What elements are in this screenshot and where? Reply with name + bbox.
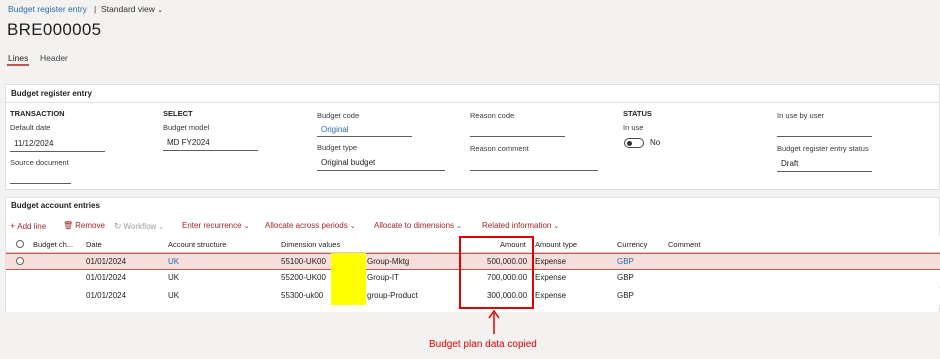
chevron-down-icon: ⌄ [157,7,164,14]
redaction-mask [331,253,366,305]
row-dimension-prefix: 55300-uk00 [281,291,324,300]
add-line-button[interactable]: + Add line [10,221,46,231]
budget-model-field[interactable]: MD FY2024 [167,138,210,147]
reason-code-underline [470,136,565,137]
row-date: 01/01/2024 [86,257,127,266]
row-date: 01/01/2024 [86,273,127,282]
annotation-caption: Budget plan data copied [429,339,537,350]
col-dimension-values[interactable]: Dimension values [281,240,340,249]
default-date-field[interactable]: 11/12/2024 [14,139,53,148]
row-amount-type: Expense [535,273,567,282]
col-date[interactable]: Date [86,240,102,249]
chevron-down-icon: ⌄ [243,222,250,230]
entry-status-underline [777,171,872,172]
transaction-heading: TRANSACTION [10,109,65,118]
toggle-knob [627,141,632,146]
refresh-icon: ↻ [114,221,122,231]
breadcrumb-link[interactable]: Budget register entry [8,4,87,14]
row-dimension-suffix: Group-IT [367,273,400,282]
remove-button[interactable]: 🗑 Remove [63,221,105,230]
budget-type-underline [317,170,445,171]
budget-type-field[interactable]: Original budget [321,158,375,167]
default-date-underline [10,151,105,152]
in-use-toggle[interactable] [624,138,644,148]
row-dimension-prefix: 55200-UK00 [281,273,326,282]
col-budget-ch[interactable]: Budget ch... [33,240,73,249]
reason-comment-label: Reason comment [470,144,529,153]
row-amount-type: Expense [535,257,567,266]
trash-icon: 🗑 [63,221,74,230]
row-dimension-prefix: 55100-UK00 [281,257,326,266]
select-heading: SELECT [163,109,193,118]
tab-header[interactable]: Header [40,53,68,63]
default-date-label: Default date [10,123,51,132]
in-use-value: No [650,138,661,147]
entry-status-label: Budget register entry status [777,144,869,153]
budget-code-label: Budget code [317,111,360,120]
page-title: BRE000005 [7,20,102,39]
row-amount-type: Expense [535,291,567,300]
allocate-periods-button[interactable]: Allocate across periods ⌄ [265,221,356,230]
chevron-down-icon: ⌄ [553,222,560,230]
col-amount-type[interactable]: Amount type [535,240,577,249]
row-account-structure[interactable]: UK [168,257,179,266]
col-currency[interactable]: Currency [617,240,647,249]
in-use-label: In use [623,123,644,132]
chevron-down-icon: ⌄ [158,223,165,231]
related-information-label: Related information [482,221,552,230]
row-account-structure[interactable]: UK [168,273,179,282]
row-date: 01/01/2024 [86,291,127,300]
card-divider [5,102,940,103]
enter-recurrence-label: Enter recurrence [182,221,242,230]
allocate-dimensions-button[interactable]: Allocate to dimensions ⌄ [374,221,462,230]
tab-lines[interactable]: Lines [8,53,28,63]
view-selector[interactable]: Standard view ⌄ [101,4,163,14]
source-document-underline [10,183,71,184]
source-document-label: Source document [10,158,69,167]
budget-model-underline [163,150,258,151]
budget-register-card [5,84,940,190]
reason-code-label: Reason code [470,111,515,120]
plus-icon: + [10,221,16,231]
reason-comment-underline [470,170,598,171]
budget-model-label: Budget model [163,123,210,132]
entry-status-field[interactable]: Draft [781,159,798,168]
chevron-down-icon: ⌄ [349,222,356,230]
workflow-button[interactable]: ↻ Workflow ⌄ [114,221,164,232]
budget-code-field[interactable]: Original [321,125,349,134]
status-heading: STATUS [623,109,652,118]
budget-type-label: Budget type [317,143,358,152]
remove-label: Remove [75,221,105,230]
breadcrumb-separator: | [94,4,97,14]
in-use-by-label: In use by user [777,111,825,120]
related-information-button[interactable]: Related information ⌄ [482,221,559,230]
annotation-arrow-icon [488,309,500,334]
row-currency: GBP [617,273,634,282]
add-line-label: Add line [17,221,47,231]
col-account-structure[interactable]: Account structure [168,240,226,249]
allocate-dimensions-label: Allocate to dimensions [374,221,455,230]
row-currency: GBP [617,291,634,300]
amount-highlight-box [459,236,534,309]
row-dimension-suffix: Group-Mktg [367,257,410,266]
allocate-periods-label: Allocate across periods [265,221,348,230]
budget-entries-title: Budget account entries [11,201,100,210]
select-all-radio[interactable] [16,240,24,248]
col-comment[interactable]: Comment [668,240,701,249]
tab-active-indicator [7,64,29,66]
row-account-structure[interactable]: UK [168,291,179,300]
budget-register-card-title: Budget register entry [11,89,92,98]
row-select-radio[interactable] [16,257,24,265]
enter-recurrence-button[interactable]: Enter recurrence ⌄ [182,221,249,230]
budget-code-underline [317,136,412,137]
workflow-label: Workflow [123,222,157,231]
chevron-down-icon: ⌄ [456,222,462,230]
view-selector-label: Standard view [101,4,155,14]
row-dimension-suffix: group-Product [367,291,418,300]
in-use-by-underline [777,136,872,137]
row-currency[interactable]: GBP [617,257,634,266]
